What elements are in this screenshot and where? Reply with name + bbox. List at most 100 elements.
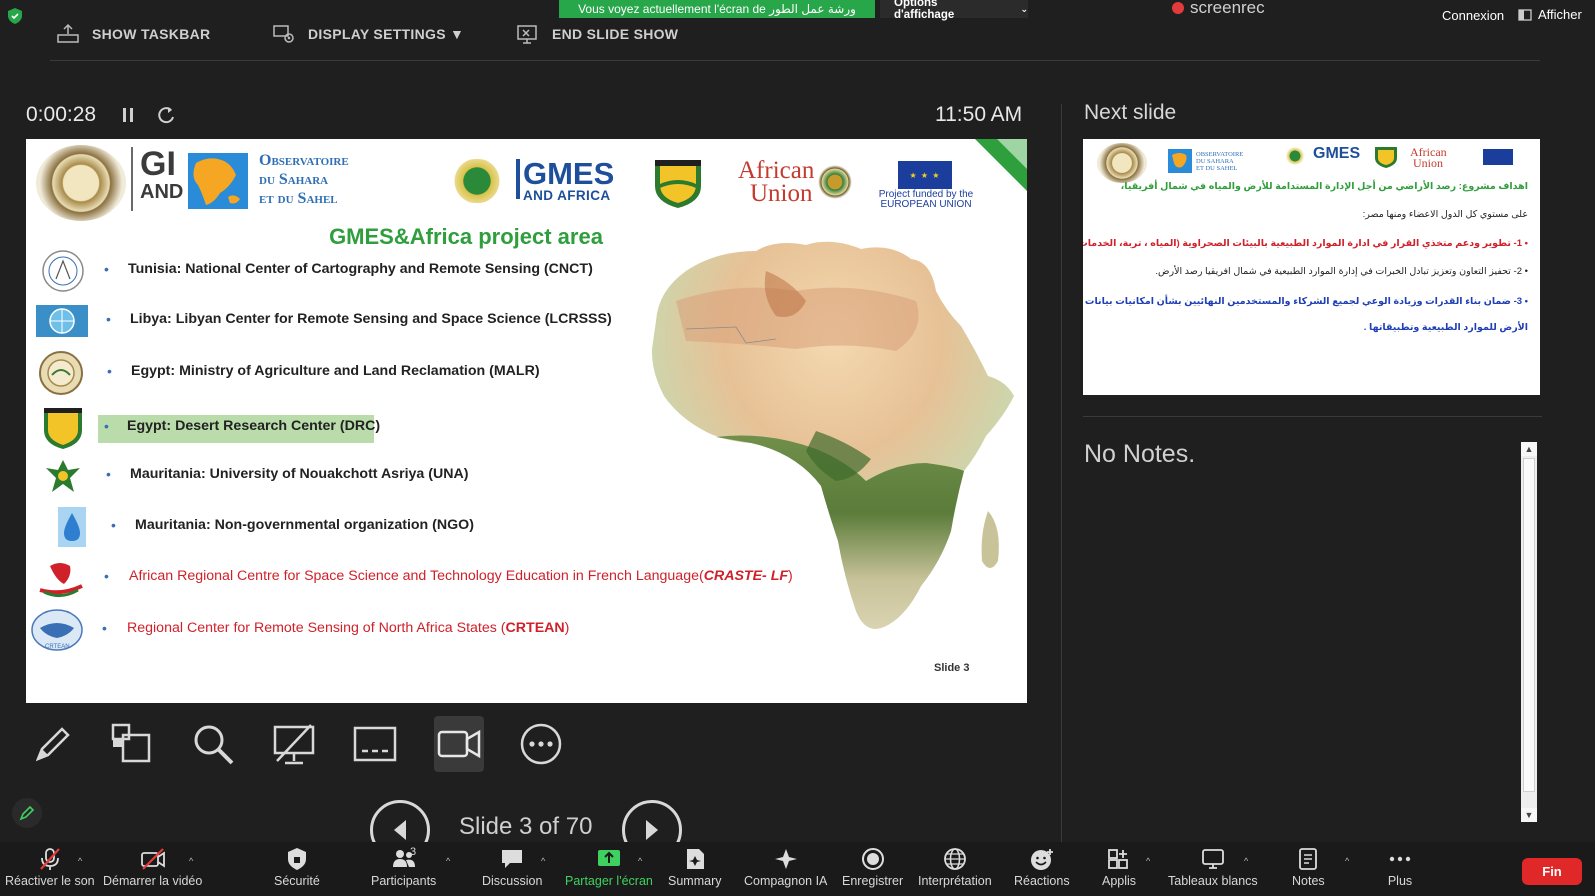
participants-button[interactable]: Participants [371,842,436,896]
org-logo-crtean-icon: CRTEAN [30,608,84,652]
scroll-down-icon[interactable]: ▼ [1521,808,1537,822]
reactions-button[interactable]: Réactions [1014,842,1070,896]
org-acronym: CRTEAN [505,620,565,636]
ai-companion-button[interactable]: Compagnon IA [744,842,827,896]
au-line-1: African [738,157,815,184]
next-slide-text-line: اهداف مشروع: رصد الأراضي من أجل الإدارة … [1120,181,1528,192]
show-taskbar-button[interactable]: SHOW TASKBAR [56,22,210,46]
video-camera-icon [437,729,481,759]
org-name: Tunisia: National Center of Cartography … [128,261,593,277]
scroll-thumb[interactable] [1523,458,1535,792]
black-screen-button[interactable] [269,716,319,772]
org-list-item: Mauritania: Non-governmental organizatio… [135,517,474,533]
security-button[interactable]: Sécurité [274,842,320,896]
unmute-label: Réactiver le son [5,874,95,888]
notes-caret-icon[interactable]: ^ [1345,856,1349,866]
zoom-slide-button[interactable] [188,716,238,772]
next-slide-text-line: • 3- ضمان بناء القدرات وزيادة الوعي لجمي… [1083,296,1528,307]
camera-toggle-button[interactable] [434,716,484,772]
interpretation-button[interactable]: Interprétation [918,842,992,896]
record-button[interactable]: Enregistrer [842,842,903,896]
more-label: Plus [1387,874,1413,888]
start-video-button[interactable]: Démarrer la vidéo [103,842,202,896]
summary-button[interactable]: Summary [668,842,721,896]
bullet-icon: • [104,418,109,434]
bullet-icon: • [102,620,107,636]
gmes-sub-text: AND AFRICA [523,188,611,203]
next-gmes-logo: GMES [1313,145,1361,162]
share-screen-label: Partager l'écran [565,874,653,888]
next-slide-label: Next slide [1084,101,1177,124]
oss-line-3: et du Sahel [259,190,338,207]
share-screen-icon [597,850,620,866]
see-all-slides-button[interactable] [107,716,157,772]
share-screen-button[interactable]: Partager l'écran [565,842,653,896]
video-off-icon [140,848,165,870]
apps-button[interactable]: Applis [1102,842,1136,896]
org-list-item: Libya: Libyan Center for Remote Sensing … [130,311,612,327]
org-logo-seal-icon [34,351,88,395]
bullet-icon: • [104,261,109,277]
annotate-mini-button[interactable] [12,798,42,828]
sparkle-icon [774,849,797,869]
pen-tool-button[interactable] [26,716,76,772]
end-slide-show-label: END SLIDE SHOW [552,26,679,42]
afficher-button[interactable]: Afficher [1518,7,1582,22]
whiteboards-caret-icon[interactable]: ^ [1244,856,1248,866]
org-logo-drop-icon [46,505,100,549]
org-close-paren: ) [564,620,570,636]
show-taskbar-label: SHOW TASKBAR [92,26,211,42]
org-name: Mauritania: Non-governmental organizatio… [135,517,474,533]
org-name: Mauritania: University of Nouakchott Asr… [130,466,469,482]
summary-doc-icon [686,849,704,869]
display-options-label: Options d'affichage [894,0,955,21]
more-button[interactable]: Plus [1387,842,1413,896]
next-slide-thumbnail[interactable]: OBSERVATOIRE DU SAHARA ET DU SAHEL GMES Af… [1083,139,1540,395]
end-slide-show-button[interactable]: END SLIDE SHOW [516,22,678,46]
taskbar-icon [57,23,79,43]
display-settings-button[interactable]: DISPLAY SETTINGS ▼ [272,22,464,46]
window-icon [1518,8,1532,21]
participants-caret-icon[interactable]: ^ [446,856,450,866]
current-slide[interactable]: GI AND Observatoire du Sahara et du Sahe… [26,139,1027,703]
connexion-button[interactable]: Connexion [1442,8,1504,23]
chat-button[interactable]: Discussion [482,842,542,896]
reset-timer-icon[interactable] [156,104,176,126]
notes-button[interactable]: Notes [1292,842,1325,896]
share-caret-icon[interactable]: ^ [638,856,642,866]
pause-icon[interactable] [120,105,136,125]
video-caret-icon[interactable]: ^ [189,856,193,866]
next-slide-text-line: على مستوي كل الدول الاعضاء ومنها مصر: [1362,209,1528,220]
org-list-item: Egypt: Ministry of Agriculture and Land … [131,363,540,379]
end-slideshow-icon [517,25,537,44]
globe-icon [943,848,966,870]
logo-divider [131,147,133,211]
pane-divider[interactable] [1061,104,1062,844]
unmute-button[interactable]: Réactiver le son [5,842,95,896]
meeting-toolbar: Réactiver le son ^ Démarrer la vidéo ^ S… [0,842,1595,896]
bullet-icon: • [107,363,112,379]
subtitles-icon [353,726,397,762]
oss-name: Observatoire du Sahara et du Sahel [259,151,349,208]
slide-counter: Slide 3 of 70 [459,813,593,840]
more-options-button[interactable] [516,716,566,772]
chat-caret-icon[interactable]: ^ [541,856,545,866]
screenrec-label: screenrec [1190,0,1265,17]
audio-caret-icon[interactable]: ^ [78,856,82,866]
chevron-down-icon: ⌄ [1020,3,1028,14]
au-seal-logo [818,165,852,199]
apps-caret-icon[interactable]: ^ [1146,856,1150,866]
summary-label: Summary [668,874,722,888]
subtitles-button[interactable] [350,716,400,772]
scroll-up-icon[interactable]: ▲ [1521,442,1537,456]
display-options-button[interactable]: Options d'affichage ⌄ [880,0,1028,21]
security-icon [287,848,306,870]
next-au-logo: African Union [1410,145,1447,170]
whiteboards-button[interactable]: Tableaux blancs [1168,842,1258,896]
drc-shield-logo [655,160,701,208]
notes-scrollbar[interactable]: ▲ ▼ [1521,442,1537,822]
eu-flag-icon: ★ ★ ★ [898,161,952,189]
notes-divider [1083,416,1542,417]
org-logo-eagle-icon [36,454,90,498]
end-meeting-button[interactable]: Fin [1522,858,1582,885]
